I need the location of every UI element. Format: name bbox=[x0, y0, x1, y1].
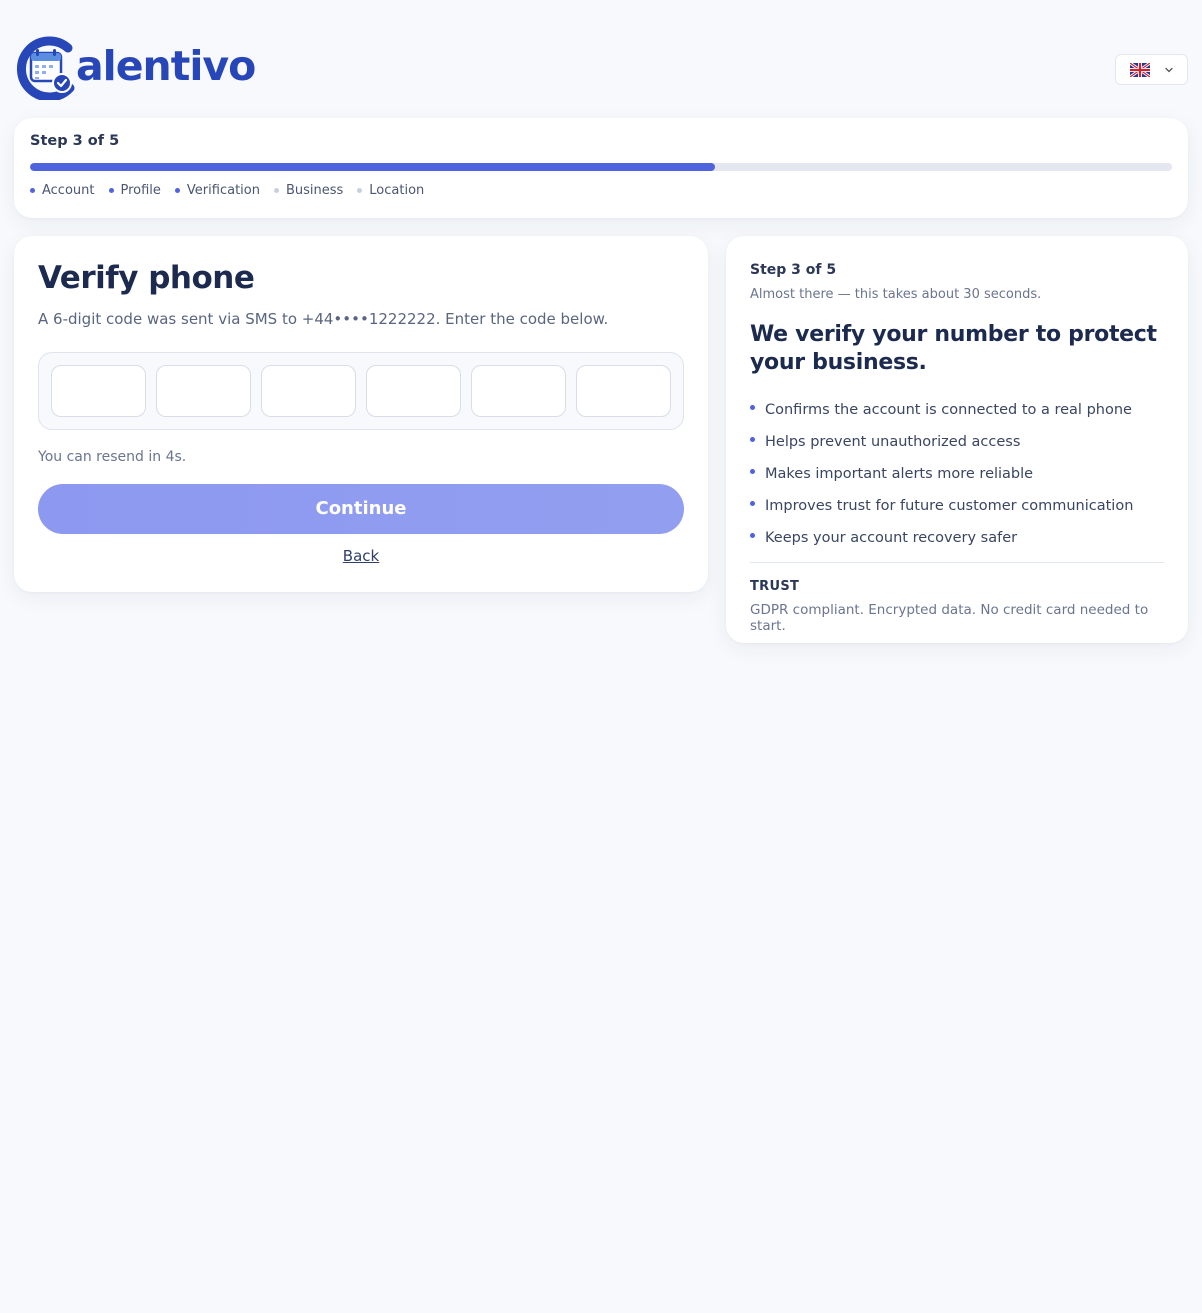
step-label: Location bbox=[369, 183, 425, 198]
benefit-text: Makes important alerts more reliable bbox=[765, 466, 1034, 482]
step-label: Account bbox=[42, 183, 95, 198]
code-input-group bbox=[38, 352, 684, 430]
brand-name: alentivo bbox=[76, 42, 256, 90]
benefit-text: Keeps your account recovery safer bbox=[765, 530, 1018, 546]
code-digit-input[interactable] bbox=[576, 365, 671, 417]
benefit-list: Confirms the account is connected to a r… bbox=[750, 394, 1133, 554]
step-dot-icon bbox=[108, 188, 114, 193]
code-digit-input[interactable] bbox=[51, 365, 146, 417]
step-dot-icon bbox=[273, 188, 279, 193]
code-digit-input[interactable] bbox=[471, 365, 566, 417]
benefit-item: Improves trust for future customer commu… bbox=[750, 490, 1133, 522]
step-dot-icon bbox=[357, 188, 363, 193]
benefit-text: Confirms the account is connected to a r… bbox=[765, 402, 1132, 418]
uk-flag-icon bbox=[1129, 62, 1150, 77]
benefit-item: Helps prevent unauthorized access bbox=[750, 426, 1133, 458]
step-list: Account Profile Verification Business Locati… bbox=[30, 183, 424, 198]
bullet-icon bbox=[750, 500, 755, 506]
step-item: Profile bbox=[108, 183, 161, 198]
step-dot-icon bbox=[174, 188, 180, 193]
code-digit-input[interactable] bbox=[366, 365, 461, 417]
back-link-wrapper: Back bbox=[14, 547, 708, 565]
bullet-icon bbox=[750, 468, 755, 474]
step-label: Business bbox=[285, 183, 344, 198]
bullet-icon bbox=[750, 532, 755, 538]
resend-countdown: You can resend in 4s. bbox=[38, 449, 187, 465]
calendar-logo-icon bbox=[16, 36, 75, 100]
header: alentivo bbox=[14, 36, 1188, 102]
verify-instructions: A 6‑digit code was sent via SMS to +44••… bbox=[38, 310, 609, 328]
bullet-icon bbox=[750, 436, 755, 442]
step-item: Account bbox=[30, 183, 95, 198]
info-title: We verify your number to protect your bu… bbox=[750, 322, 1157, 375]
bullet-icon bbox=[750, 404, 755, 410]
step-dot-icon bbox=[30, 188, 35, 193]
step-item: Verification bbox=[174, 183, 260, 198]
step-label: Profile bbox=[120, 183, 161, 198]
verify-card: Verify phone A 6‑digit code was sent via… bbox=[14, 236, 708, 592]
progress-bar-fill bbox=[30, 163, 716, 171]
step-item: Location bbox=[357, 183, 424, 198]
info-subtitle: Almost there — this takes about 30 secon… bbox=[750, 287, 1042, 302]
benefit-item: Makes important alerts more reliable bbox=[750, 458, 1133, 490]
step-item: Business bbox=[273, 183, 344, 198]
benefit-text: Helps prevent unauthorized access bbox=[765, 434, 1021, 450]
step-label: Verification bbox=[186, 183, 260, 198]
code-digit-input[interactable] bbox=[261, 365, 356, 417]
step-indicator: Step 3 of 5 bbox=[30, 133, 120, 149]
info-step-label: Step 3 of 5 bbox=[750, 262, 837, 278]
progress-bar bbox=[30, 163, 1172, 171]
benefit-item: Confirms the account is connected to a r… bbox=[750, 394, 1133, 426]
continue-button[interactable]: Continue bbox=[38, 484, 684, 534]
benefit-item: Keeps your account recovery safer bbox=[750, 522, 1133, 554]
chevron-down-icon bbox=[1164, 67, 1173, 72]
back-link[interactable]: Back bbox=[343, 547, 379, 565]
page-title: Verify phone bbox=[38, 260, 255, 296]
code-digit-input[interactable] bbox=[156, 365, 251, 417]
progress-card: Step 3 of 5 Account Profile Verification Bu… bbox=[14, 118, 1188, 218]
benefit-text: Improves trust for future customer commu… bbox=[765, 498, 1134, 514]
trust-label: TRUST bbox=[750, 579, 800, 594]
logo[interactable]: alentivo bbox=[14, 36, 256, 100]
language-selector[interactable] bbox=[1115, 54, 1188, 85]
divider bbox=[750, 562, 1164, 563]
info-panel: Step 3 of 5 Almost there — this takes ab… bbox=[726, 236, 1188, 643]
trust-text: GDPR compliant. Encrypted data. No credi… bbox=[750, 602, 1149, 634]
